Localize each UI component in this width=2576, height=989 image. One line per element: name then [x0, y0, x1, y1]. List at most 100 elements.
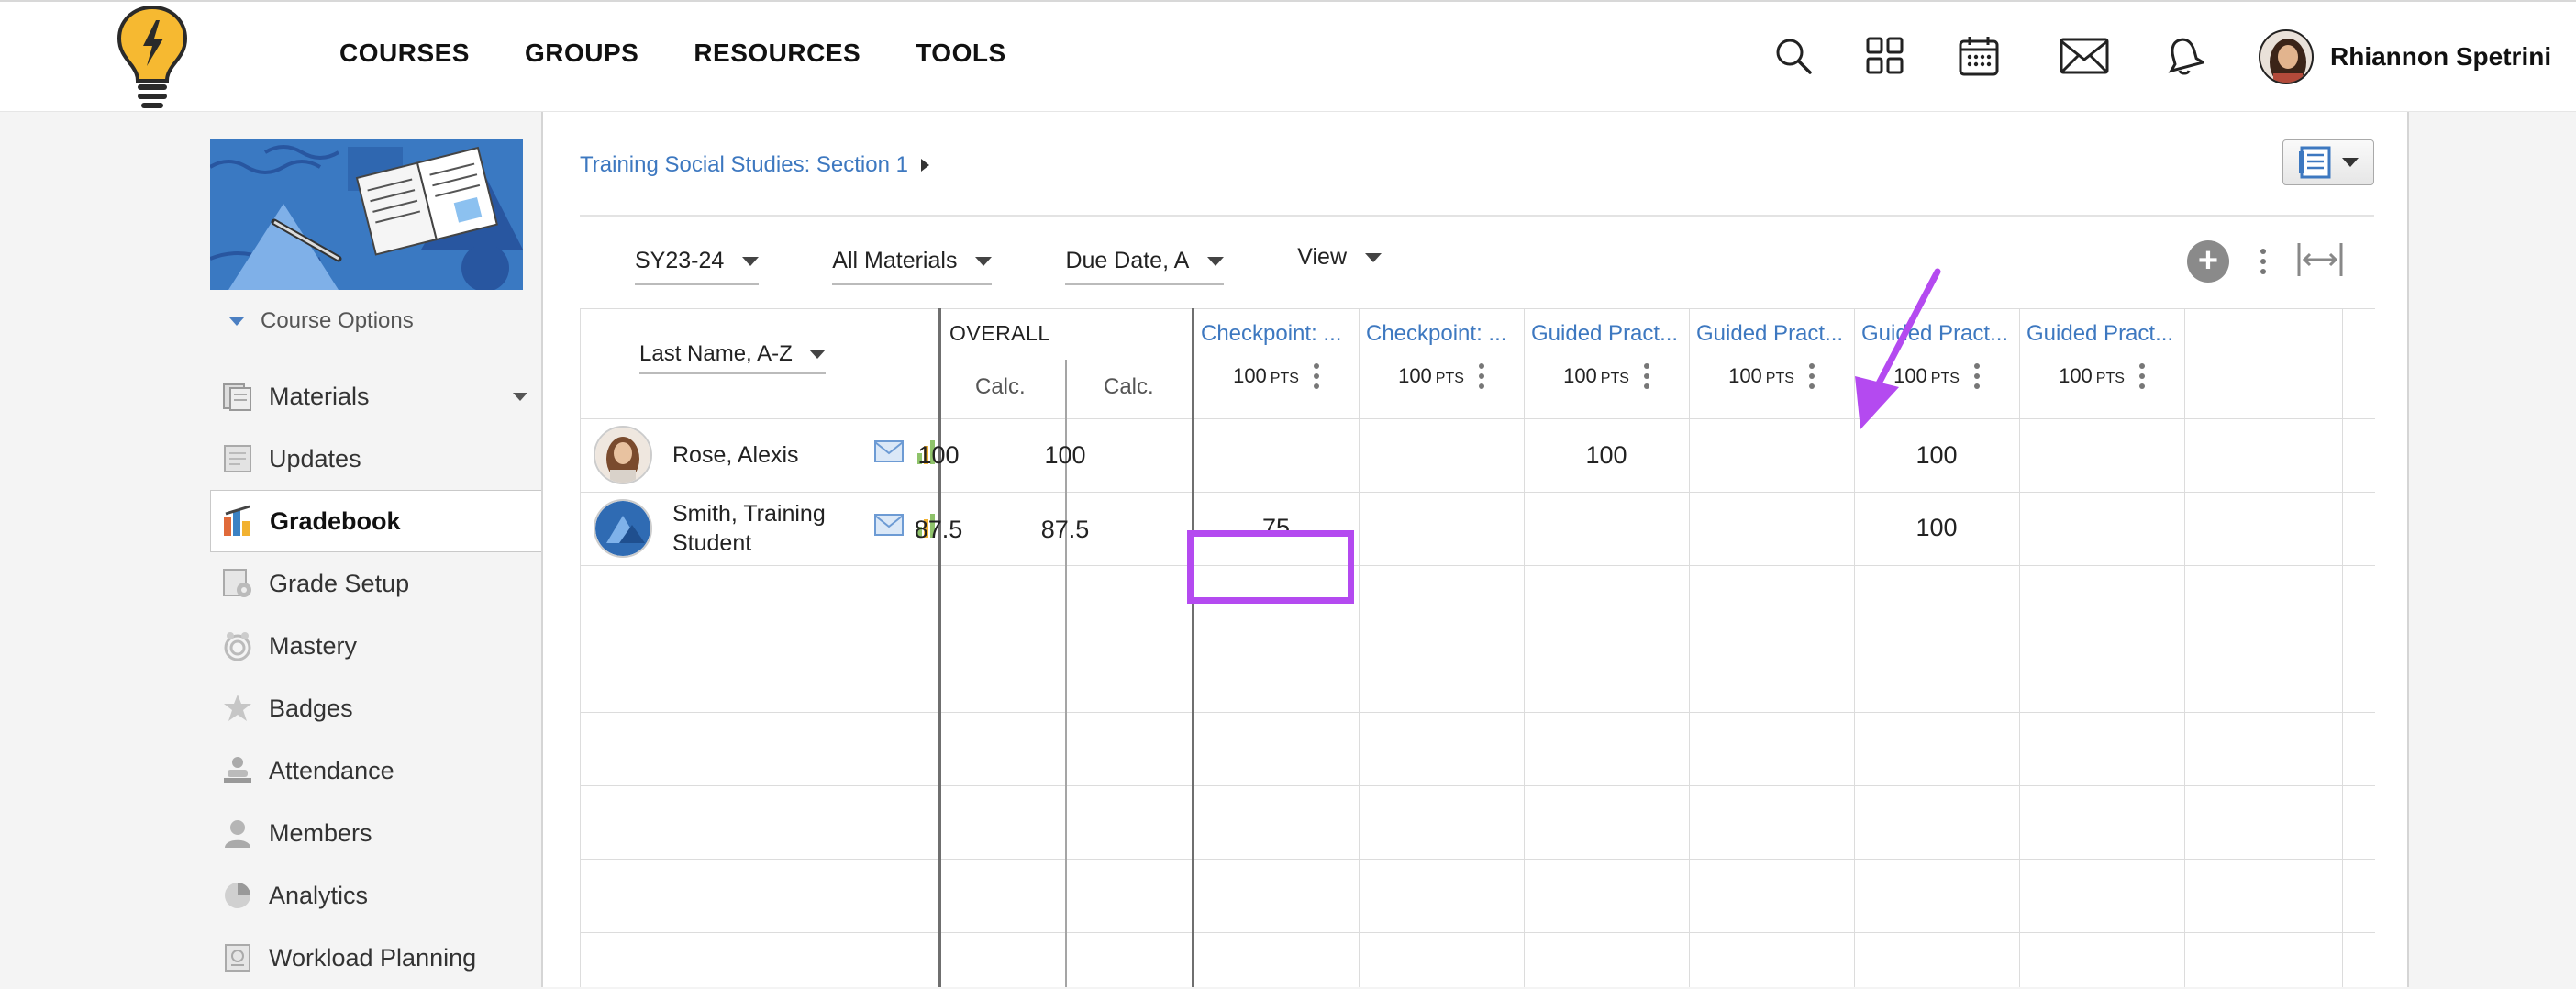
points-unit: PTS	[2095, 371, 2125, 386]
course-options-toggle[interactable]: Course Options	[229, 308, 414, 334]
breadcrumb-course-link[interactable]: Training Social Studies: Section 1	[580, 152, 908, 178]
nav-resources[interactable]: RESOURCES	[694, 39, 861, 68]
view-mode-button[interactable]	[2282, 139, 2374, 185]
student-row-smith-training-student: Smith, Training Student	[594, 499, 847, 558]
assignment-title[interactable]: Guided Pract...	[2019, 321, 2184, 347]
sidebar-item-label: Gradebook	[270, 506, 401, 535]
grid-line	[581, 859, 2375, 860]
toolbar-divider	[580, 215, 2374, 217]
grade-cell[interactable]: 100	[1854, 441, 2019, 470]
badges-icon	[221, 692, 254, 725]
add-icon[interactable]: +	[2187, 240, 2229, 283]
assignment-title[interactable]: Guided Pract...	[1524, 321, 1689, 347]
column-options-icon[interactable]	[1478, 363, 1484, 389]
view-filter-value: View	[1297, 244, 1348, 270]
points-unit: PTS	[1270, 371, 1299, 386]
search-icon[interactable]	[1771, 33, 1816, 79]
column-options-icon[interactable]	[1643, 363, 1649, 389]
column-options-icon[interactable]	[1313, 363, 1319, 389]
apps-grid-icon[interactable]	[1862, 33, 1908, 79]
sidebar-item-analytics[interactable]: Analytics	[210, 864, 542, 927]
grid-column-divider	[1524, 308, 1525, 987]
user-avatar[interactable]	[2259, 29, 2314, 84]
caret-down-icon	[808, 350, 826, 359]
grid-column-divider	[2184, 308, 2185, 987]
grade-cell[interactable]: 100	[1524, 441, 1689, 470]
overall-grade[interactable]: 87.5	[983, 516, 1148, 544]
nav-tools[interactable]: TOOLS	[916, 39, 1005, 68]
highlighted-grade-cell	[1187, 530, 1354, 604]
grade-setup-icon	[221, 567, 254, 600]
grid-line	[581, 492, 2375, 493]
materials-filter[interactable]: All Materials	[832, 248, 993, 285]
student-name[interactable]: Smith, Training Student	[672, 499, 847, 558]
sidebar-item-workload-planning[interactable]: Workload Planning	[210, 927, 542, 989]
overall-grade[interactable]: 100	[983, 441, 1148, 470]
nav-courses[interactable]: COURSES	[339, 39, 470, 68]
nav-groups[interactable]: GROUPS	[525, 39, 638, 68]
annotation-arrow	[1827, 268, 1956, 438]
sidebar-item-label: Workload Planning	[269, 943, 477, 972]
members-icon	[221, 817, 254, 850]
student-sort-value: Last Name, A-Z	[639, 341, 793, 366]
caret-down-icon	[2342, 158, 2359, 167]
assignment-title[interactable]: Checkpoint: ...	[1194, 321, 1359, 347]
grid-column-divider	[2019, 308, 2020, 987]
sort-filter[interactable]: Due Date, A	[1065, 248, 1225, 285]
sidebar-item-label: Analytics	[269, 881, 369, 909]
student-sort-select[interactable]: Last Name, A-Z	[639, 341, 826, 374]
materials-filter-value: All Materials	[832, 248, 958, 273]
sidebar-item-updates[interactable]: Updates	[210, 428, 542, 490]
grade-cell[interactable]: 100	[1854, 514, 2019, 542]
sidebar-item-materials[interactable]: Materials	[210, 365, 542, 428]
points-value: 100	[1728, 364, 1762, 387]
sidebar-item-label: Mastery	[269, 631, 358, 660]
course-sidebar: Course Options Materials Updates Gradebo…	[0, 112, 543, 987]
column-options-icon[interactable]	[2138, 363, 2145, 389]
caret-down-icon	[1207, 256, 1225, 266]
user-menu[interactable]: Rhiannon Spetrini	[2259, 29, 2551, 84]
caret-down-icon[interactable]	[513, 392, 527, 401]
more-options-icon[interactable]	[2260, 249, 2266, 274]
calc-header: Calc.	[975, 374, 1026, 399]
assignment-column-header[interactable]: Checkpoint: ... 100 PTS	[1359, 321, 1524, 389]
sidebar-item-gradebook[interactable]: Gradebook	[210, 490, 542, 552]
caret-down-icon	[975, 256, 993, 266]
student-avatar[interactable]	[594, 426, 652, 484]
sidebar-item-label: Updates	[269, 444, 361, 472]
header-top-line	[0, 0, 2576, 2]
sidebar-item-badges[interactable]: Badges	[210, 677, 542, 739]
grid-line	[581, 308, 2375, 309]
overall-header: OVERALL	[949, 321, 1050, 345]
expand-columns-icon[interactable]	[2297, 241, 2343, 283]
sort-filter-value: Due Date, A	[1065, 248, 1190, 273]
updates-icon	[221, 442, 254, 475]
sidebar-item-grade-setup[interactable]: Grade Setup	[210, 552, 542, 615]
notification-bell-icon[interactable]	[2161, 33, 2207, 79]
course-banner-image	[210, 139, 523, 290]
user-name[interactable]: Rhiannon Spetrini	[2330, 42, 2551, 72]
sidebar-item-members[interactable]: Members	[210, 802, 542, 864]
assignment-column-header[interactable]: Guided Pract... 100 PTS	[2019, 321, 2184, 389]
student-name[interactable]: Rose, Alexis	[672, 440, 847, 470]
assignment-column-header[interactable]: Guided Pract... 100 PTS	[1524, 321, 1689, 389]
column-options-icon[interactable]	[1973, 363, 1980, 389]
term-filter[interactable]: SY23-24	[635, 248, 760, 285]
student-avatar[interactable]	[594, 499, 652, 558]
sidebar-item-label: Grade Setup	[269, 569, 410, 597]
term-filter-value: SY23-24	[635, 248, 725, 273]
mail-icon[interactable]	[2059, 33, 2110, 79]
caret-right-icon[interactable]	[920, 159, 929, 172]
gradebook-filters: SY23-24 All Materials Due Date, A View	[635, 244, 1382, 285]
calendar-icon[interactable]	[1956, 33, 2002, 79]
sidebar-item-label: Members	[269, 818, 372, 847]
assignment-title[interactable]: Checkpoint: ...	[1359, 321, 1524, 347]
assignment-column-header[interactable]: Checkpoint: ... 100 PTS	[1194, 321, 1359, 389]
sidebar-item-mastery[interactable]: Mastery	[210, 615, 542, 677]
sidebar-item-attendance[interactable]: Attendance	[210, 739, 542, 802]
lightbulb-logo-icon[interactable]	[116, 4, 189, 112]
view-filter[interactable]: View	[1297, 244, 1382, 280]
column-options-icon[interactable]	[1808, 363, 1815, 389]
grid-line	[581, 932, 2375, 933]
gradebook-grid: Last Name, A-Z OVERALL Calc. Calc. Check…	[580, 308, 2375, 987]
